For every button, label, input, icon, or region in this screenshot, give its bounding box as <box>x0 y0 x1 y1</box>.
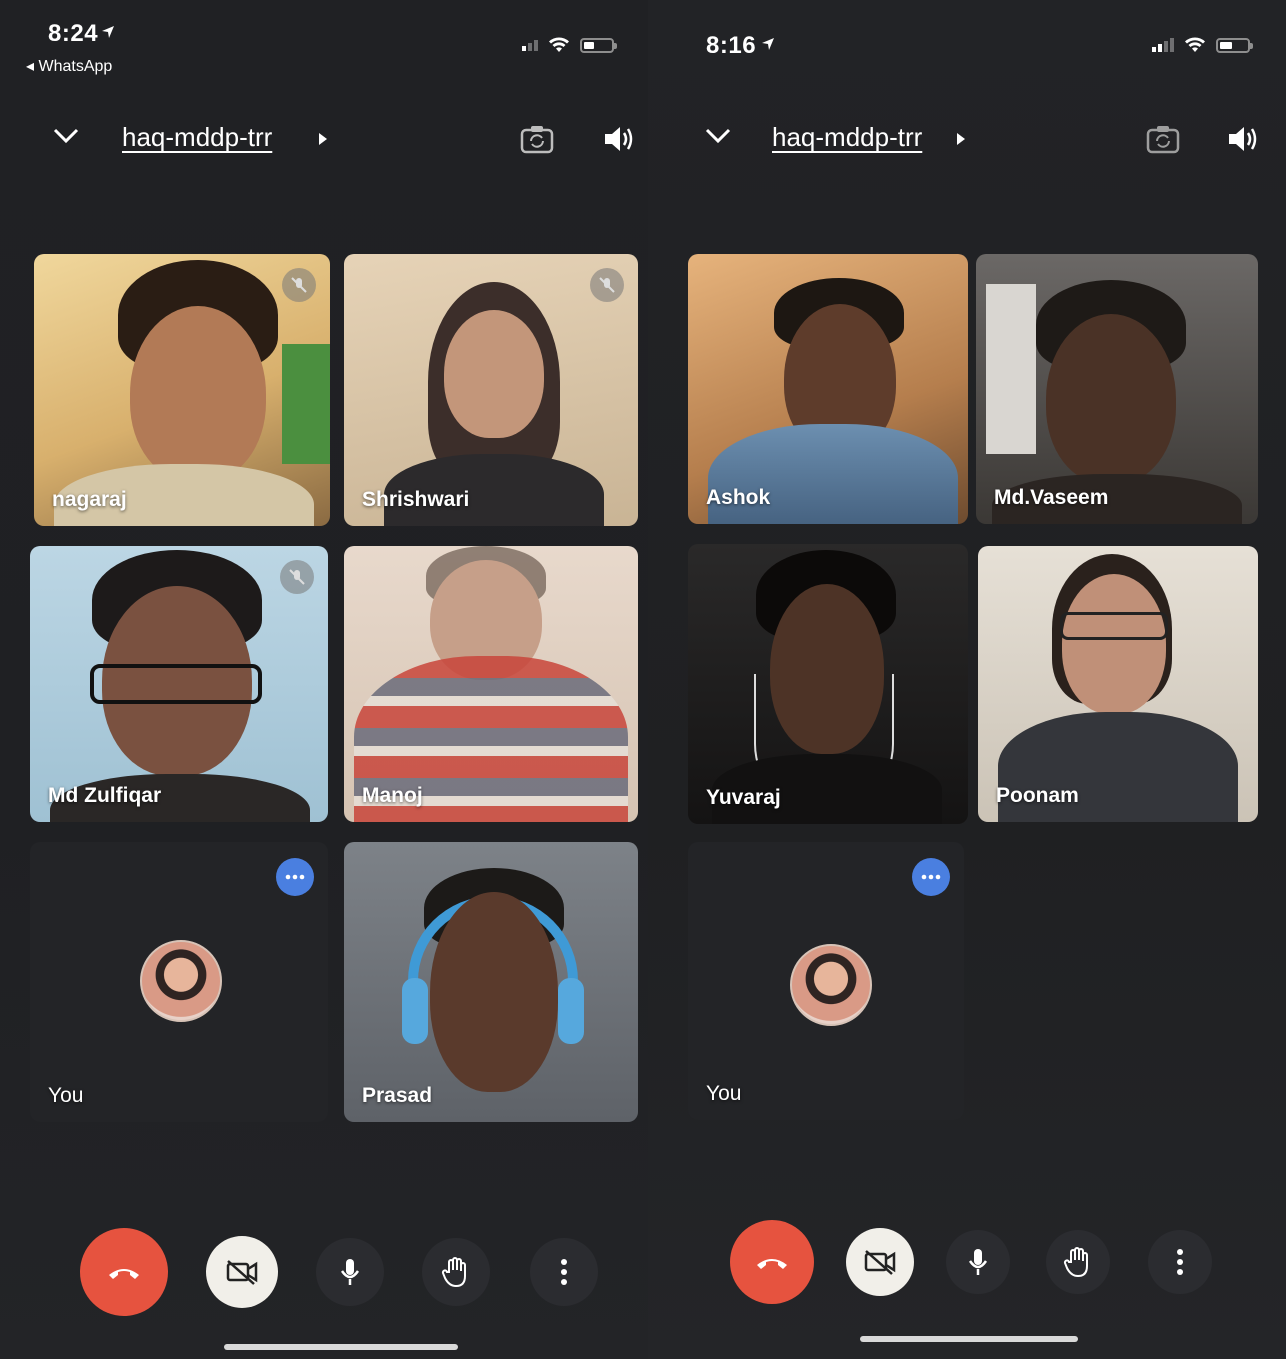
end-call-button[interactable] <box>80 1228 168 1316</box>
participant-tile-you[interactable]: You <box>30 842 328 1122</box>
camera-off-icon <box>226 1260 258 1285</box>
status-time: 8:16 <box>706 32 757 59</box>
participant-face <box>1046 314 1176 484</box>
switch-camera-icon[interactable] <box>1146 124 1180 154</box>
headphone-cup <box>402 978 428 1044</box>
chevron-down-icon[interactable] <box>52 126 80 146</box>
participant-tile-nagaraj[interactable]: nagaraj <box>34 254 330 526</box>
end-call-button[interactable] <box>730 1220 814 1304</box>
background-object <box>282 344 330 464</box>
signal-icon <box>522 39 538 51</box>
participant-tile-prasad[interactable]: Prasad <box>344 842 638 1122</box>
raise-hand-button[interactable] <box>1046 1230 1110 1294</box>
status-icons <box>522 36 617 54</box>
camera-off-button[interactable] <box>846 1228 914 1296</box>
end-call-icon <box>109 1269 139 1279</box>
meeting-code-link[interactable]: haq-mddp-trr <box>122 122 272 153</box>
glasses <box>90 664 262 704</box>
participant-tile-poonam[interactable]: Poonam <box>978 546 1258 822</box>
more-vertical-icon <box>1177 1249 1183 1275</box>
right-phone-screen: 8:16 haq-mddp-trr Ashok Md.Vaseem Yuvara… <box>648 0 1286 1359</box>
home-indicator[interactable] <box>860 1336 1078 1342</box>
location-icon <box>760 36 776 57</box>
camera-off-icon <box>864 1250 896 1275</box>
participant-name: Yuvaraj <box>706 786 781 809</box>
more-options-button[interactable] <box>530 1238 598 1306</box>
mic-icon <box>968 1249 988 1275</box>
speaker-icon[interactable] <box>602 124 636 154</box>
left-phone-screen: 8:24 ◂ WhatsApp haq-mddp-trr nagaraj Shr… <box>0 0 648 1359</box>
participant-tile-md-zulfiqar[interactable]: Md Zulfiqar <box>30 546 328 822</box>
self-avatar <box>790 944 872 1026</box>
raise-hand-button[interactable] <box>422 1238 490 1306</box>
camera-off-button[interactable] <box>206 1236 278 1308</box>
more-options-button[interactable] <box>1148 1230 1212 1294</box>
participant-name: nagaraj <box>52 488 127 511</box>
participant-name: Prasad <box>362 1084 433 1107</box>
self-avatar <box>140 940 222 1022</box>
signal-icon <box>1152 38 1174 52</box>
participant-name: Md.Vaseem <box>994 486 1109 509</box>
location-icon <box>100 24 116 45</box>
meeting-code-link[interactable]: haq-mddp-trr <box>772 122 922 153</box>
more-vertical-icon <box>561 1259 567 1285</box>
end-call-icon <box>757 1259 787 1269</box>
home-indicator[interactable] <box>224 1344 458 1350</box>
mic-off-icon <box>282 268 316 302</box>
background-object <box>986 284 1036 454</box>
mic-off-icon <box>280 560 314 594</box>
more-horizontal-icon[interactable] <box>276 858 314 896</box>
headphone-cup <box>558 978 584 1044</box>
participant-name: You <box>48 1084 84 1107</box>
participant-face <box>430 892 558 1092</box>
switch-camera-icon[interactable] <box>520 124 554 154</box>
participant-name: Poonam <box>996 784 1079 807</box>
wifi-icon <box>549 37 569 52</box>
mic-icon <box>340 1259 360 1285</box>
battery-icon <box>580 37 617 53</box>
participant-name: Shrishwari <box>362 488 470 511</box>
participant-name: Manoj <box>362 784 423 807</box>
participant-tile-shrishwari[interactable]: Shrishwari <box>344 254 638 526</box>
meeting-info-arrow-icon[interactable] <box>956 132 966 151</box>
participant-tile-manoj[interactable]: Manoj <box>344 546 638 822</box>
raise-hand-icon <box>441 1257 466 1288</box>
participant-tile-yuvaraj[interactable]: Yuvaraj <box>688 544 968 824</box>
mic-off-icon <box>590 268 624 302</box>
participant-name: You <box>706 1082 742 1105</box>
glasses <box>1060 612 1168 640</box>
wifi-icon <box>1185 37 1205 52</box>
participant-face <box>130 306 266 482</box>
participant-face <box>444 310 544 438</box>
participant-tile-you[interactable]: You <box>688 842 964 1120</box>
microphone-button[interactable] <box>946 1230 1010 1294</box>
status-time: 8:24 <box>48 20 99 47</box>
participant-tile-ashok[interactable]: Ashok <box>688 254 968 524</box>
participant-name: Md Zulfiqar <box>48 784 162 807</box>
battery-icon <box>1216 37 1253 53</box>
chevron-down-icon[interactable] <box>704 126 732 146</box>
participant-tile-md-vaseem[interactable]: Md.Vaseem <box>976 254 1258 524</box>
participant-name: Ashok <box>706 486 771 509</box>
microphone-button[interactable] <box>316 1238 384 1306</box>
status-icons <box>1152 36 1253 54</box>
more-horizontal-icon[interactable] <box>912 858 950 896</box>
meeting-info-arrow-icon[interactable] <box>318 132 328 151</box>
raise-hand-icon <box>1063 1247 1088 1278</box>
back-to-whatsapp-link[interactable]: ◂ WhatsApp <box>26 56 112 76</box>
participant-face <box>1062 574 1166 714</box>
speaker-icon[interactable] <box>1226 124 1260 154</box>
